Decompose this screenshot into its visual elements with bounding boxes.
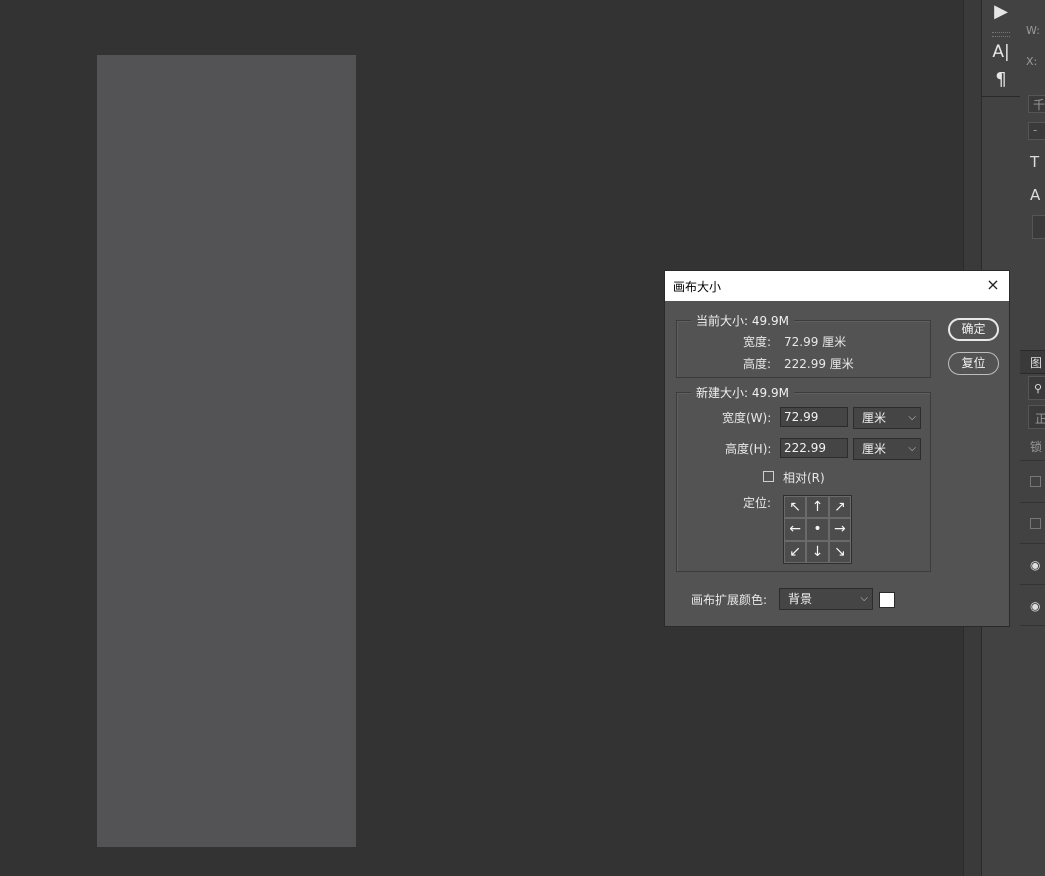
chevron-down-icon: ⌵ xyxy=(860,593,868,604)
layer-checkbox[interactable] xyxy=(1030,518,1041,529)
lock-label-fragment: 锁 xyxy=(1030,440,1043,454)
dialog-title: 画布大小 xyxy=(673,280,722,294)
extension-color-label: 画布扩展颜色: xyxy=(691,593,768,607)
anchor-center-icon[interactable]: • xyxy=(806,518,829,541)
height-unit-select[interactable]: 厘米 ⌵ xyxy=(853,438,921,460)
panel-fragment-font: 千 xyxy=(1033,98,1045,112)
current-size-group: 当前大小: 49.9M 宽度: 72.99 厘米 高度: 222.99 厘米 xyxy=(676,312,931,378)
extension-color-select[interactable]: 背景 ⌵ xyxy=(779,588,873,610)
current-height-value: 222.99 厘米 xyxy=(784,357,854,371)
anchor-arrow-up-icon[interactable]: ↑ xyxy=(806,496,829,519)
extension-color-swatch[interactable] xyxy=(879,592,895,608)
close-icon[interactable]: × xyxy=(983,275,1003,295)
new-height-label: 高度(H): xyxy=(725,442,772,456)
width-unit-value: 厘米 xyxy=(862,411,887,425)
panel-fragment-w: W: xyxy=(1026,24,1040,37)
current-width-value: 72.99 厘米 xyxy=(784,335,847,349)
eye-icon[interactable]: ◉ xyxy=(1030,599,1040,613)
text-size-icon[interactable]: T xyxy=(1030,153,1039,171)
anchor-grid: ↖ ↑ ↗ ← • → ↙ ↓ ↘ xyxy=(783,495,852,564)
chevron-down-icon: ⌵ xyxy=(908,443,916,454)
layer-divider xyxy=(1020,460,1045,461)
panel-fragment-dash: - xyxy=(1033,123,1038,137)
anchor-arrow-up-left-icon[interactable]: ↖ xyxy=(784,496,807,519)
layer-checkbox[interactable] xyxy=(1030,476,1041,487)
relative-label[interactable]: 相对(R) xyxy=(783,469,825,486)
current-width-label: 宽度: xyxy=(743,335,772,349)
anchor-arrow-down-left-icon[interactable]: ↙ xyxy=(784,540,807,563)
text-tracking-icon[interactable]: A xyxy=(1030,186,1040,204)
reset-button[interactable]: 复位 xyxy=(948,352,999,375)
height-input[interactable]: 222.99 xyxy=(780,438,848,458)
right-panel: W: X: 千 - T A 图 ⚲ 正 锁 ◉ ◉ xyxy=(1020,0,1045,876)
layers-tab[interactable]: 图 xyxy=(1030,354,1042,371)
relative-checkbox[interactable] xyxy=(763,471,774,482)
eye-icon[interactable]: ◉ xyxy=(1030,558,1040,572)
separator xyxy=(982,96,1020,97)
anchor-arrow-down-icon[interactable]: ↓ xyxy=(806,540,829,563)
grip-handle[interactable] xyxy=(992,32,1010,37)
dialog-titlebar[interactable]: 画布大小 × xyxy=(665,271,1009,301)
panel-button[interactable] xyxy=(1032,215,1045,239)
height-unit-value: 厘米 xyxy=(862,442,887,456)
canvas-size-dialog: 画布大小 × 当前大小: 49.9M 宽度: 72.99 厘米 高度: 222.… xyxy=(664,270,1010,627)
play-icon[interactable]: ▶ xyxy=(982,0,1020,24)
layer-divider xyxy=(1020,584,1045,585)
blend-mode-fragment: 正 xyxy=(1035,412,1045,426)
extension-color-value: 背景 xyxy=(788,592,813,606)
new-width-label: 宽度(W): xyxy=(722,411,772,425)
anchor-arrow-down-right-icon[interactable]: ↘ xyxy=(828,540,851,563)
current-height-label: 高度: xyxy=(743,357,772,371)
paragraph-panel-icon[interactable]: ¶ xyxy=(982,68,1020,92)
layers-panel-header: 图 xyxy=(1020,350,1045,374)
layer-divider xyxy=(1020,625,1045,626)
layer-divider xyxy=(1020,502,1045,503)
ok-button[interactable]: 确定 xyxy=(948,318,999,341)
anchor-arrow-left-icon[interactable]: ← xyxy=(784,518,807,541)
document-canvas[interactable] xyxy=(97,55,356,847)
search-icon: ⚲ xyxy=(1034,382,1043,395)
character-panel-icon[interactable]: A| xyxy=(982,40,1020,64)
anchor-arrow-right-icon[interactable]: → xyxy=(828,518,851,541)
anchor-arrow-up-right-icon[interactable]: ↗ xyxy=(828,496,851,519)
width-input[interactable]: 72.99 xyxy=(780,407,848,427)
current-size-legend: 当前大小: 49.9M xyxy=(691,312,794,329)
panel-fragment-x: X: xyxy=(1026,55,1038,68)
new-size-legend: 新建大小: 49.9M xyxy=(691,384,794,401)
chevron-down-icon: ⌵ xyxy=(908,412,916,423)
anchor-label: 定位: xyxy=(743,496,772,510)
width-unit-select[interactable]: 厘米 ⌵ xyxy=(853,407,921,429)
layer-divider xyxy=(1020,543,1045,544)
